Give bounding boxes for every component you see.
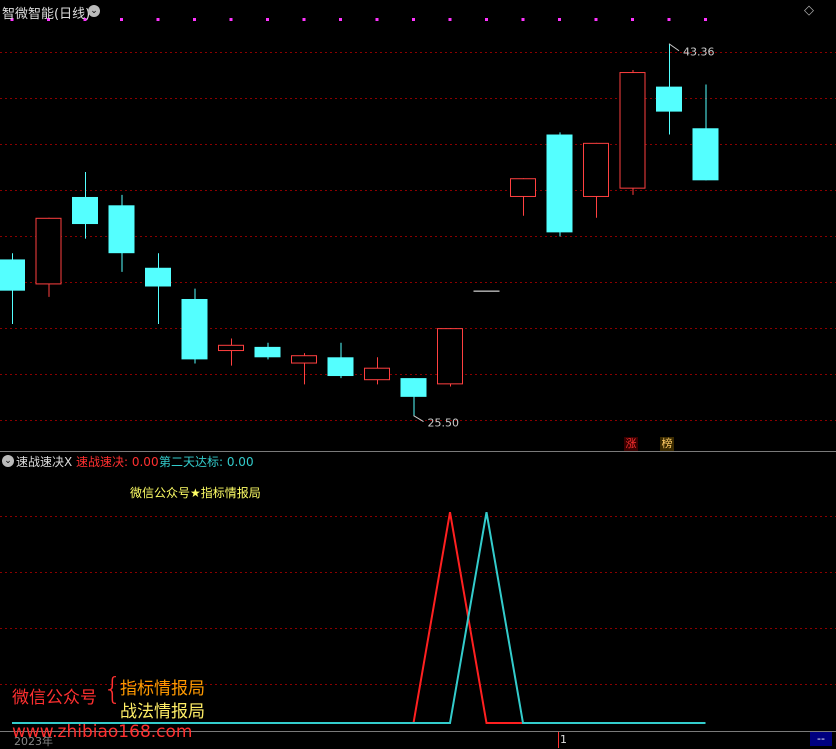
candle-body	[72, 196, 98, 225]
signal-marker	[339, 18, 342, 21]
candle-body	[400, 378, 427, 397]
collapse-indicator-icon[interactable]: ⌄	[2, 455, 14, 467]
candle-body	[35, 217, 62, 285]
promo-line-1: 指标情报局	[120, 679, 205, 699]
low-price-label: 25.50	[428, 417, 460, 430]
candlestick-series[interactable]	[0, 43, 719, 416]
signal-marker	[594, 18, 598, 21]
signal-markers	[10, 18, 707, 21]
candle-body	[0, 259, 25, 291]
candle-body	[583, 142, 609, 197]
candle-body	[181, 298, 208, 360]
candle-body	[254, 346, 281, 358]
candle-body	[437, 328, 463, 385]
chart-title: 智微智能(日线)	[2, 7, 91, 22]
collapse-icon[interactable]: ⌄	[88, 5, 100, 17]
legend-series-2: 第二天达标: 0.00	[159, 455, 254, 469]
signal-marker	[558, 18, 561, 21]
cursor-label: 1	[560, 733, 567, 746]
promo-wechat-label: 微信公众号	[12, 688, 97, 708]
promo-line-2: 战法情报局	[120, 702, 205, 722]
candle-body	[327, 357, 354, 377]
candle-body	[108, 205, 135, 254]
signal-marker	[375, 18, 379, 21]
candle-body	[510, 178, 536, 197]
candle-body	[291, 355, 317, 364]
watermark-text: 微信公众号★指标情报局	[130, 486, 261, 500]
candle-body	[145, 267, 171, 287]
diamond-icon[interactable]: ◇	[804, 3, 814, 18]
signal-marker	[302, 18, 306, 21]
url-text[interactable]: www.zhibiao168.com	[12, 722, 192, 742]
candle-body	[218, 344, 244, 352]
signal-marker	[667, 18, 671, 21]
signal-marker	[156, 18, 160, 21]
corner-indicator[interactable]: --	[810, 732, 832, 746]
chart-stage: 43.36 25.50	[0, 18, 836, 748]
candle-body	[619, 72, 646, 189]
signal-marker	[266, 18, 269, 21]
signal-marker	[631, 18, 634, 21]
signal-marker	[448, 18, 452, 21]
legend-series-1: 速战速决: 0.00	[76, 455, 159, 469]
rise-badge[interactable]: 涨	[624, 437, 638, 451]
candle-body	[364, 367, 390, 381]
rank-badge[interactable]: 榜	[660, 437, 674, 451]
candle-body	[692, 128, 719, 181]
candle-body	[546, 134, 573, 233]
high-price-label: 43.36	[683, 46, 715, 59]
signal-marker	[193, 18, 196, 21]
signal-marker	[485, 18, 488, 21]
signal-marker	[120, 18, 123, 21]
indicator-title: 速战速决X	[16, 455, 73, 469]
signal-marker	[521, 18, 525, 21]
signal-marker	[229, 18, 233, 21]
high-pointer	[668, 43, 680, 52]
candle-body	[656, 86, 682, 112]
signal-marker	[704, 18, 707, 21]
signal-marker	[412, 18, 415, 21]
